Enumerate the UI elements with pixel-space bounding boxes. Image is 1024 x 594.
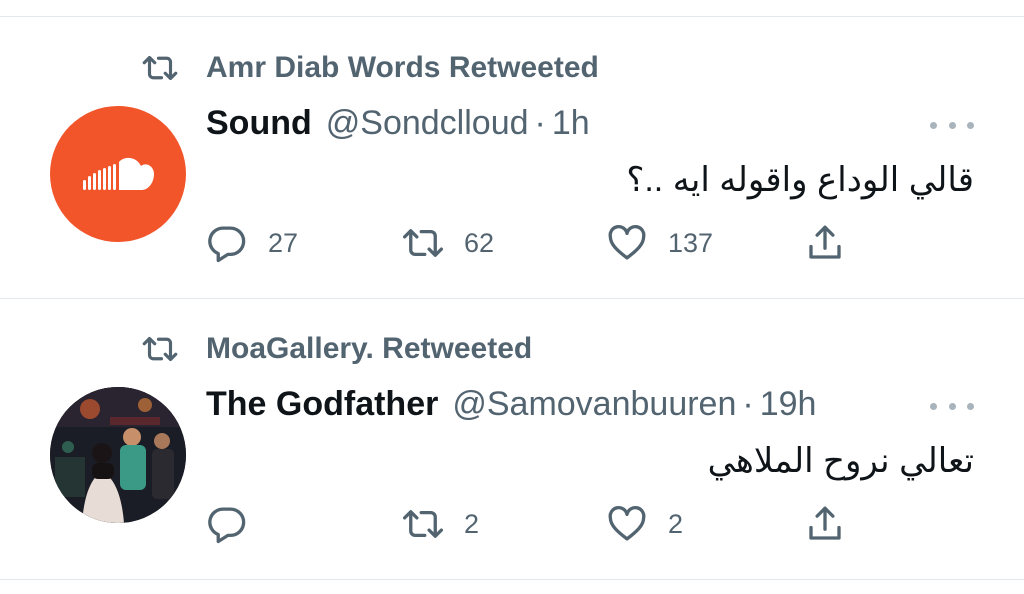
retweet-context[interactable]: Amr Diab Words Retweeted xyxy=(136,50,599,86)
tweet-text: قالي الوداع واقوله ايه ..؟ xyxy=(626,161,974,199)
tweet-header: The Godfather @Samovanbuuren · 19h xyxy=(206,385,816,424)
separator: · xyxy=(742,385,754,423)
tweet-actions: 2 2 xyxy=(206,503,856,547)
tweet-card[interactable]: Amr Diab Words Retweeted Sound @Sondcllo… xyxy=(0,0,1024,298)
reply-icon xyxy=(208,507,246,544)
retweet-icon xyxy=(402,510,444,538)
avatar[interactable] xyxy=(50,106,186,242)
retweet-button[interactable]: 62 xyxy=(402,222,494,264)
retweet-icon xyxy=(142,55,178,81)
like-button[interactable]: 137 xyxy=(606,222,713,264)
more-options-icon[interactable] xyxy=(930,399,974,413)
reply-button[interactable]: 27 xyxy=(206,222,298,264)
retweet-icon xyxy=(142,336,178,362)
user-handle[interactable]: @Samovanbuuren xyxy=(452,385,736,424)
like-count: 137 xyxy=(668,227,714,258)
share-button[interactable] xyxy=(804,222,846,269)
timestamp[interactable]: 1h xyxy=(552,104,590,143)
separator: · xyxy=(534,104,546,142)
timestamp[interactable]: 19h xyxy=(760,385,817,424)
retweeted-by-label: MoaGallery. Retweeted xyxy=(206,332,533,365)
divider-bottom xyxy=(0,579,1024,580)
retweeted-by-label: Amr Diab Words Retweeted xyxy=(206,51,599,84)
reply-button[interactable] xyxy=(206,503,268,545)
retweet-context[interactable]: MoaGallery. Retweeted xyxy=(136,331,532,367)
user-handle[interactable]: @Sondclloud xyxy=(326,104,529,143)
tweet-text: تعالي نروح الملاهي xyxy=(707,442,974,480)
display-name[interactable]: Sound xyxy=(206,104,312,143)
heart-icon xyxy=(608,505,646,541)
party-photo-avatar xyxy=(50,387,186,523)
retweet-count: 62 xyxy=(464,227,495,258)
retweet-button[interactable]: 2 xyxy=(402,503,479,545)
reply-icon xyxy=(208,226,246,263)
reply-count: 27 xyxy=(268,227,299,258)
tweet-header: Sound @Sondclloud · 1h xyxy=(206,104,590,143)
more-options-icon[interactable] xyxy=(930,118,974,132)
tweet-card[interactable]: MoaGallery. Retweeted The Godfather @Sam… xyxy=(0,299,1024,579)
heart-icon xyxy=(608,224,646,260)
retweet-icon xyxy=(402,229,444,257)
soundcloud-logo-icon xyxy=(83,157,154,190)
like-count: 2 xyxy=(668,508,684,539)
tweet-actions: 27 62 137 xyxy=(206,222,856,266)
avatar[interactable] xyxy=(50,387,186,523)
share-icon xyxy=(809,506,841,540)
share-icon xyxy=(809,225,841,259)
display-name[interactable]: The Godfather xyxy=(206,385,438,424)
like-button[interactable]: 2 xyxy=(606,503,683,545)
retweet-count: 2 xyxy=(464,508,480,539)
share-button[interactable] xyxy=(804,503,846,550)
